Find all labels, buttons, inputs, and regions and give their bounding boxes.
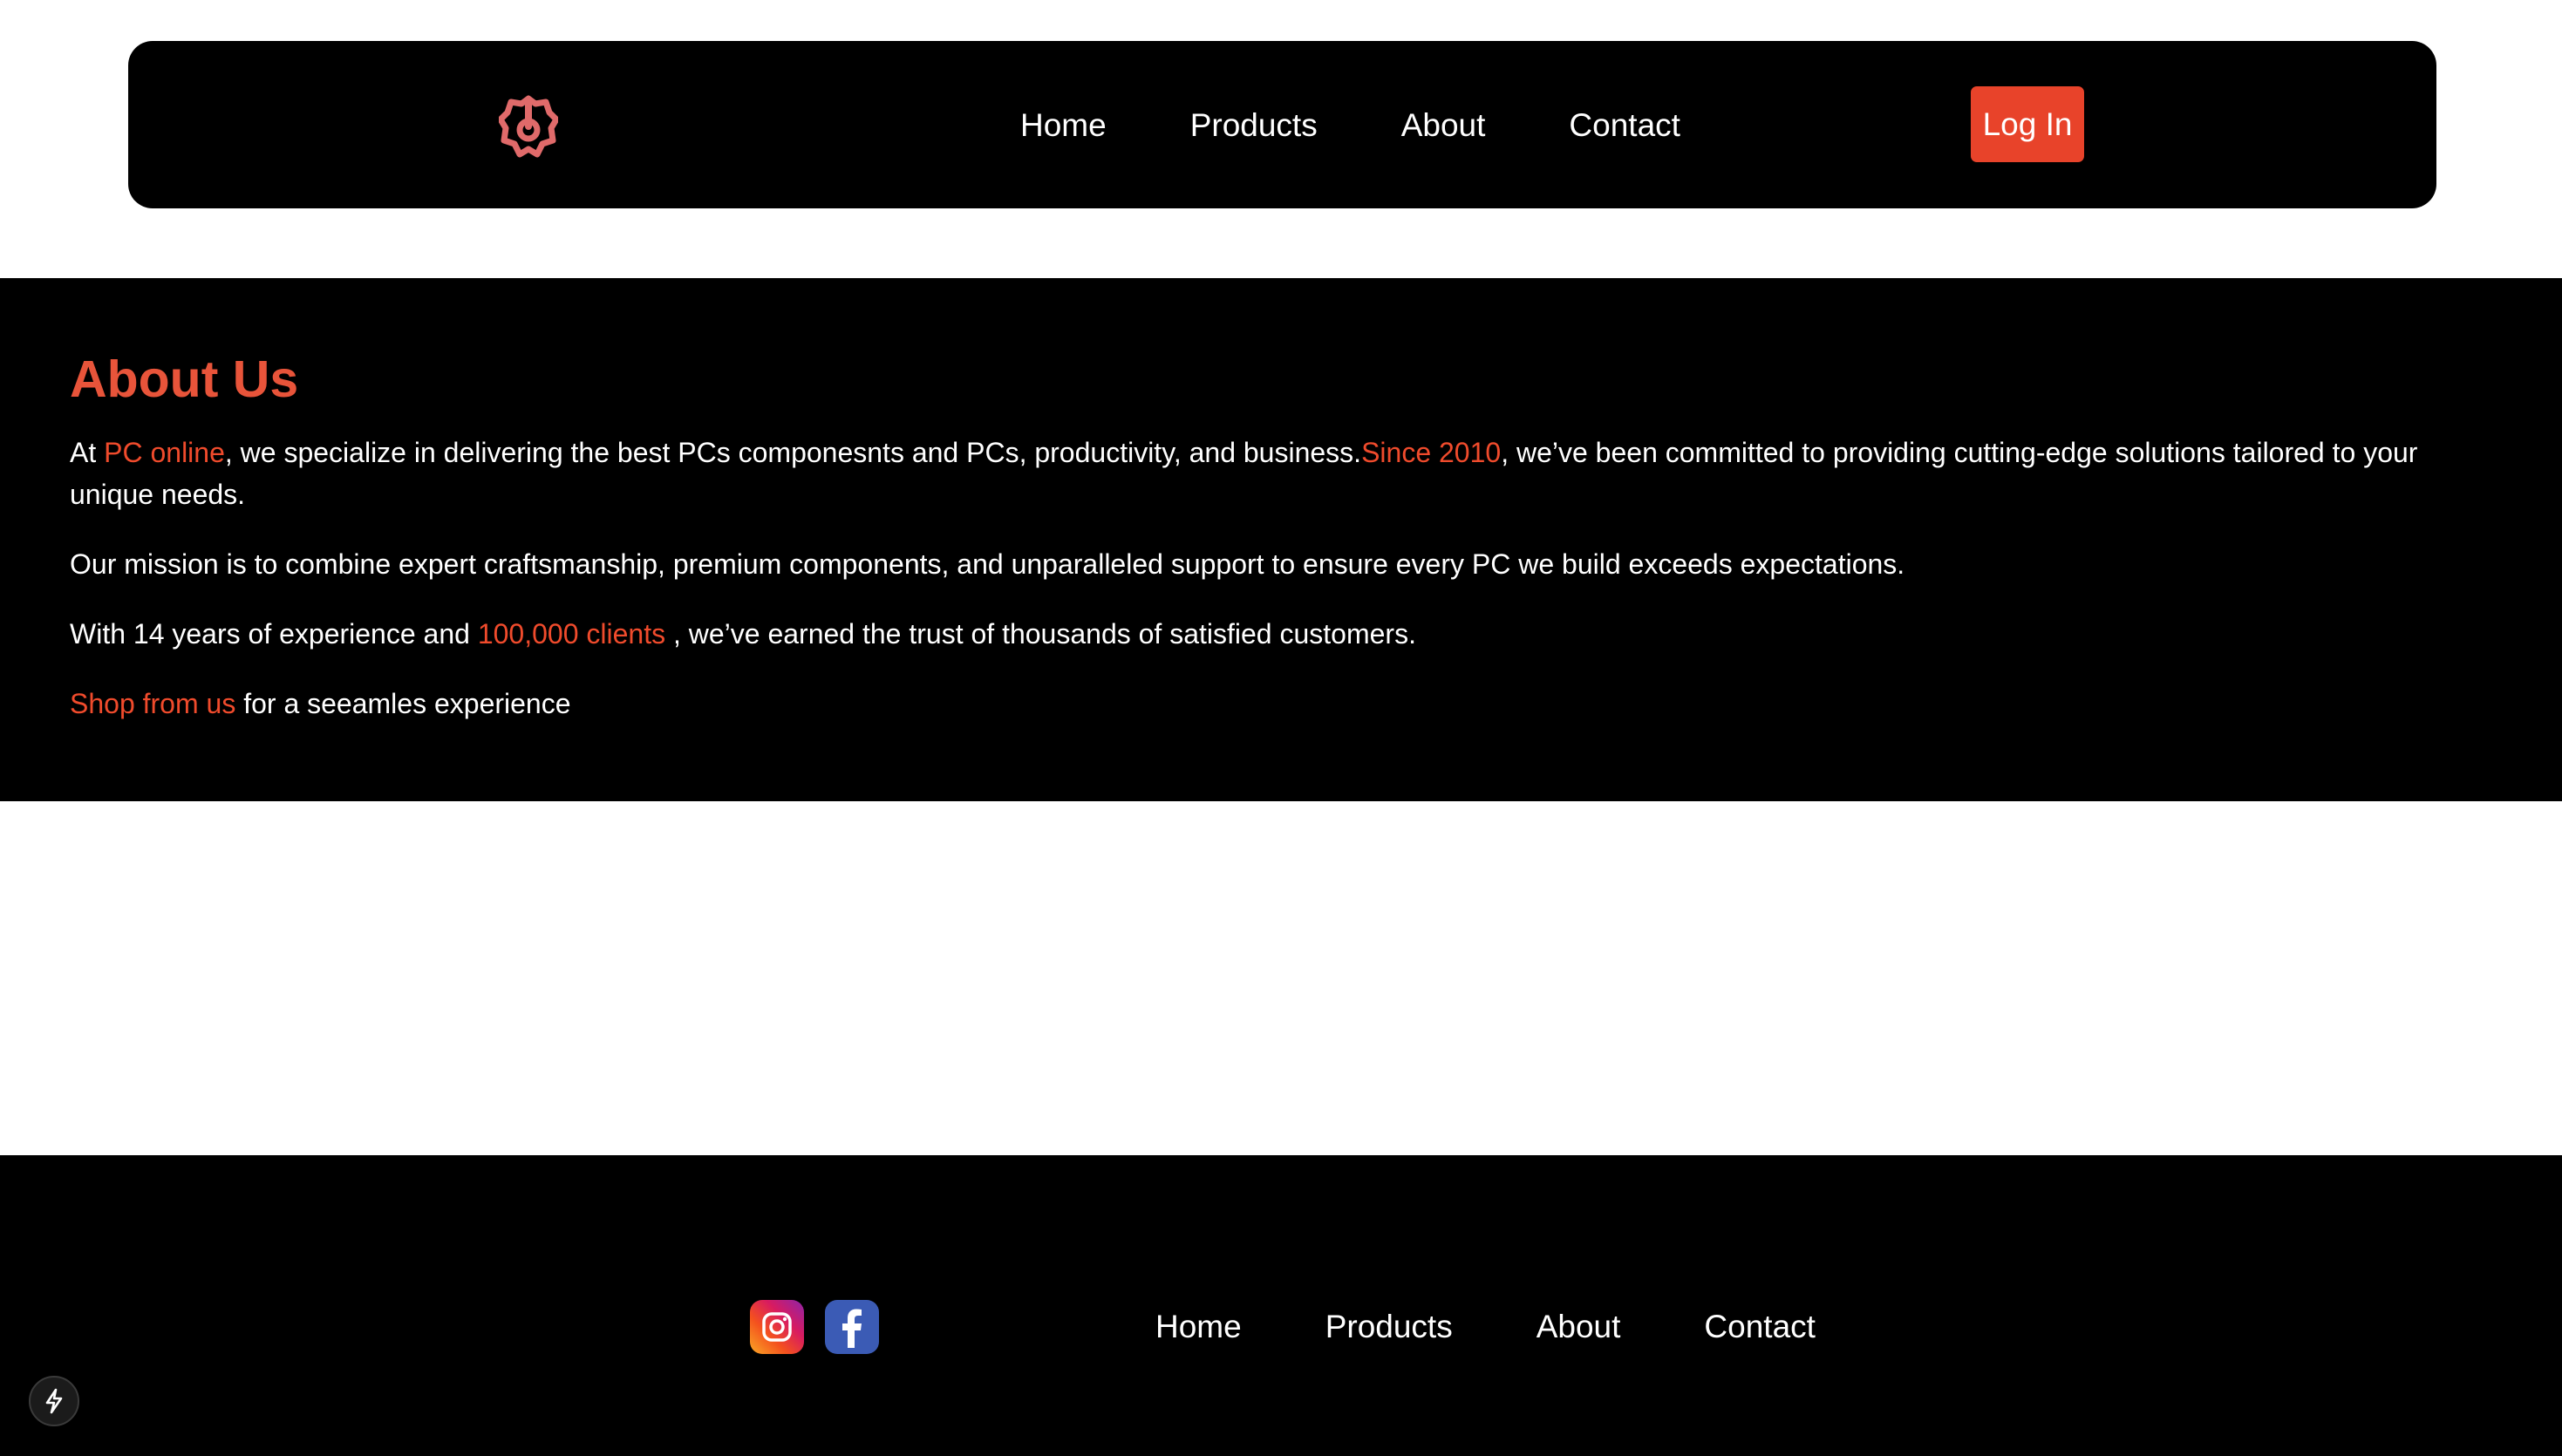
nav-about-link[interactable]: About [1401, 107, 1486, 144]
footer-products-link[interactable]: Products [1325, 1309, 1453, 1345]
about-title: About Us [70, 350, 299, 408]
social-links [750, 1300, 879, 1354]
facebook-icon[interactable] [825, 1300, 879, 1354]
footer-nav: Home Products About Contact [1155, 1300, 1816, 1354]
about-paragraph-intro: At PC online, we specialize in deliverin… [70, 432, 2503, 515]
instagram-icon[interactable] [750, 1300, 804, 1354]
main-nav: Home Products About Contact [1020, 94, 1680, 157]
experience-text-2: , we’ve earned the trust of thousands of… [665, 618, 1416, 650]
intro-text-1: At [70, 437, 105, 468]
intro-text-2: , we specialize in delivering the best P… [224, 437, 1362, 468]
footer-contact-link[interactable]: Contact [1704, 1309, 1816, 1345]
shop-link[interactable]: Shop from us [70, 688, 235, 719]
experience-text-1: With 14 years of experience and [70, 618, 478, 650]
brand-logo-icon[interactable] [499, 92, 558, 160]
footer-about-link[interactable]: About [1537, 1309, 1621, 1345]
about-paragraph-shop: Shop from us for a seeamles experience [70, 683, 2503, 725]
header: Home Products About Contact Log In [0, 0, 2562, 278]
nav-products-link[interactable]: Products [1190, 107, 1318, 144]
shop-text: for a seeamles experience [235, 688, 571, 719]
about-paragraph-experience: With 14 years of experience and 100,000 … [70, 613, 2503, 655]
footer: Home Products About Contact [0, 1155, 2562, 1456]
nav-contact-link[interactable]: Contact [1569, 107, 1680, 144]
about-section: About Us At PC online, we specialize in … [0, 278, 2562, 801]
footer-home-link[interactable]: Home [1155, 1309, 1242, 1345]
since-highlight: Since 2010 [1361, 437, 1502, 468]
brand-name-highlight: PC online [104, 437, 225, 468]
nav-home-link[interactable]: Home [1020, 107, 1107, 144]
clients-highlight: 100,000 clients [477, 618, 666, 650]
bolt-icon[interactable] [29, 1376, 79, 1426]
about-paragraph-mission: Our mission is to combine expert craftsm… [70, 548, 1905, 580]
login-button[interactable]: Log In [1971, 86, 2084, 162]
blank-area [0, 801, 2562, 1155]
